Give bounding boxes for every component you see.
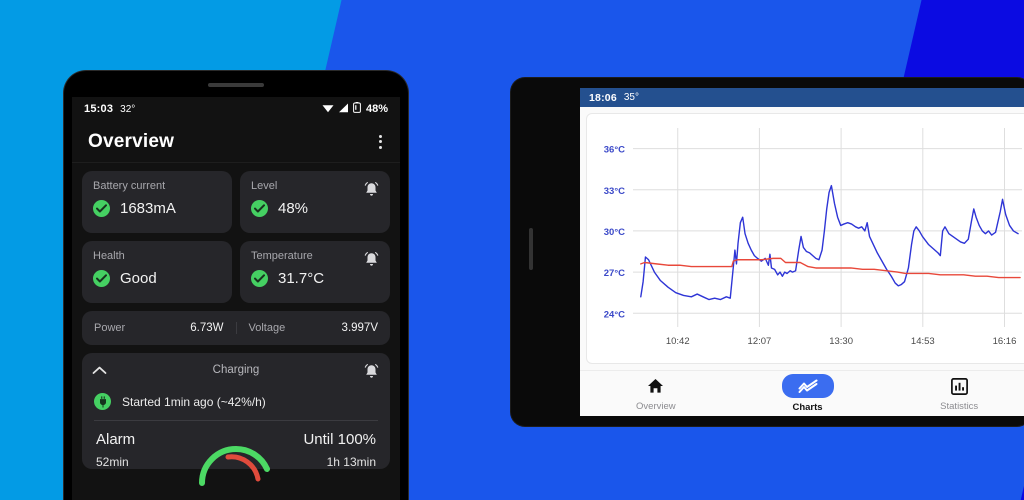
power-voltage-card[interactable]: Power 6.73W Voltage 3.997V — [82, 311, 390, 345]
svg-text:12:07: 12:07 — [748, 336, 772, 347]
phone-status-bar: 15:03 32° 48% — [72, 97, 400, 121]
status-ok-icon — [251, 200, 268, 217]
bar-chart-icon — [950, 375, 968, 397]
chart-area: 24°C 27°C 30°C 33°C 36°C 10:42 12:07 13:30 14:53… — [580, 107, 1024, 364]
bell-icon[interactable] — [363, 181, 380, 204]
svg-text:24°C: 24°C — [604, 309, 625, 320]
card-value: 31.7°C — [278, 270, 325, 287]
svg-text:14:53: 14:53 — [911, 336, 935, 347]
page-title: Overview — [88, 130, 175, 152]
nav-label: Charts — [792, 402, 823, 413]
svg-text:33°C: 33°C — [604, 186, 625, 197]
nav-label: Statistics — [940, 401, 979, 412]
charging-status-row: Started 1min ago (~42%/h) — [82, 387, 390, 420]
metric-card-battery-current[interactable]: Battery current 1683mA — [82, 171, 232, 233]
svg-text:16:16: 16:16 — [993, 336, 1017, 347]
power-value: 6.73W — [190, 322, 224, 334]
nav-label: Overview — [636, 401, 676, 412]
phone-device: 15:03 32° 48% Overview Battery current 1… — [64, 71, 408, 500]
card-label: Level — [251, 180, 278, 192]
svg-text:36°C: 36°C — [604, 145, 625, 156]
plug-icon — [94, 393, 111, 410]
temperature-chart-card[interactable]: 24°C 27°C 30°C 33°C 36°C 10:42 12:07 13:30 14:53… — [586, 113, 1024, 364]
card-label: Health — [93, 250, 125, 262]
card-label: Battery current — [93, 180, 166, 192]
card-value: Good — [120, 270, 157, 287]
charging-estimates: Alarm 52min Until 100% 1h 13min — [82, 421, 390, 486]
status-ok-icon — [93, 270, 110, 287]
phone-screen: 15:03 32° 48% Overview Battery current 1… — [72, 97, 400, 500]
bottom-navigation: Overview Charts Statistics — [580, 370, 1024, 416]
temperature-chart[interactable]: 24°C 27°C 30°C 33°C 36°C 10:42 12:07 13:30 14:53… — [587, 114, 1024, 363]
tablet-side-button[interactable] — [529, 228, 533, 270]
bell-icon[interactable] — [363, 251, 380, 274]
card-value: 1683mA — [120, 200, 176, 217]
metric-card-level[interactable]: Level 48% — [240, 171, 390, 233]
phone-earpiece-speaker — [208, 83, 264, 87]
line-chart-icon — [781, 374, 834, 398]
nav-item-statistics[interactable]: Statistics — [883, 375, 1024, 412]
overflow-menu-icon[interactable] — [375, 131, 386, 153]
bell-icon[interactable] — [363, 363, 380, 386]
status-temperature: 32° — [120, 104, 136, 115]
status-battery-percent: 48% — [365, 103, 388, 115]
tablet-status-temperature: 35° — [623, 92, 639, 103]
voltage-value: 3.997V — [341, 322, 378, 334]
charging-title: Charging — [212, 364, 260, 376]
svg-text:10:42: 10:42 — [666, 336, 690, 347]
chevron-up-icon[interactable] — [92, 364, 107, 377]
status-time: 15:03 — [84, 103, 114, 115]
power-label: Power — [94, 322, 126, 334]
status-ok-icon — [251, 270, 268, 287]
metric-card-row-2: Health Good Temperature 31.7°C — [82, 241, 390, 303]
svg-text:27°C: 27°C — [604, 268, 625, 279]
card-label: Temperature — [251, 250, 313, 262]
metric-card-temperature[interactable]: Temperature 31.7°C — [240, 241, 390, 303]
tablet-status-time: 18:06 — [589, 91, 617, 104]
card-value: 48% — [278, 200, 309, 217]
charge-gauge — [188, 427, 284, 492]
charging-card: Charging Started 1min ago (~42%/h) Alarm… — [82, 353, 390, 486]
battery-icon — [353, 102, 361, 116]
screenshot-stage: 15:03 32° 48% Overview Battery current 1… — [0, 0, 1024, 500]
charging-card-header[interactable]: Charging — [82, 353, 390, 387]
svg-text:30°C: 30°C — [604, 227, 625, 238]
home-icon — [647, 375, 664, 397]
tablet-status-bar: 18:06 35° — [580, 88, 1024, 107]
wifi-icon — [322, 103, 334, 116]
nav-item-overview[interactable]: Overview — [580, 375, 732, 412]
metric-card-health[interactable]: Health Good — [82, 241, 232, 303]
tablet-screen: 18:06 35° 24°C 27°C 30°C 33°C 36°C 10:42 12:07… — [580, 88, 1024, 416]
status-ok-icon — [93, 200, 110, 217]
charging-status-text: Started 1min ago (~42%/h) — [122, 394, 266, 409]
nav-item-charts[interactable]: Charts — [732, 374, 884, 413]
svg-text:13:30: 13:30 — [829, 336, 853, 347]
phone-content: Battery current 1683mA Level 48% Health … — [72, 163, 400, 486]
metric-card-row-1: Battery current 1683mA Level 48% — [82, 171, 390, 233]
voltage-label: Voltage — [248, 322, 286, 334]
signal-icon — [338, 103, 349, 116]
phone-app-bar: Overview — [72, 121, 400, 163]
tablet-device: 18:06 35° 24°C 27°C 30°C 33°C 36°C 10:42 12:07… — [511, 78, 1024, 426]
